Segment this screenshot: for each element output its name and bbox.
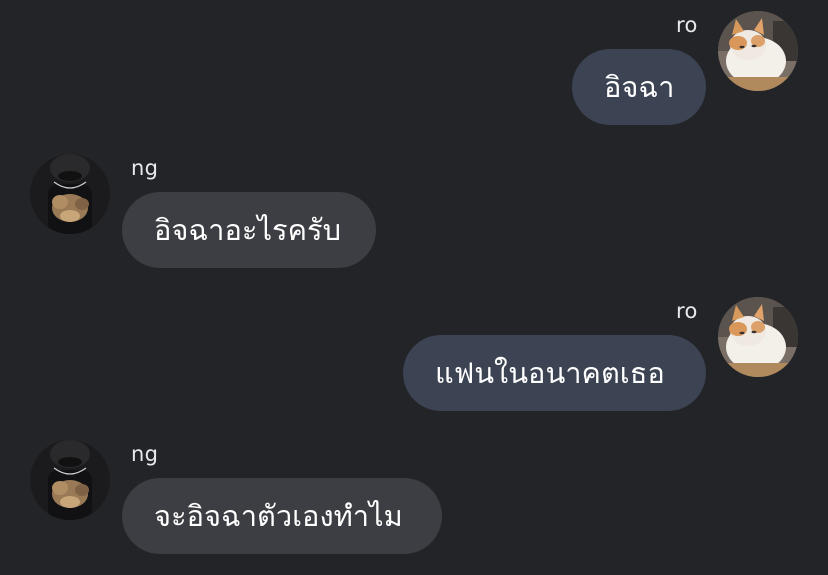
sender-name: ng	[131, 156, 159, 180]
sender-name: ro	[676, 13, 698, 37]
ng-avatar[interactable]	[30, 440, 110, 520]
ro-avatar[interactable]	[718, 297, 798, 377]
person-holding-cat-avatar-icon	[30, 440, 110, 520]
sender-name: ng	[131, 442, 159, 466]
ro-avatar[interactable]	[718, 11, 798, 91]
message-bubble-outgoing[interactable]: อิจฉา	[572, 49, 706, 125]
person-holding-cat-avatar-icon	[30, 154, 110, 234]
cat-avatar-icon	[718, 297, 798, 377]
cat-avatar-icon	[718, 11, 798, 91]
message-bubble-incoming[interactable]: จะอิจฉาตัวเองทำไม	[122, 478, 442, 554]
chat-thread: ro อิจฉา ng อิจฉาอะไรครับ ro แฟนในอนาคตเ…	[0, 0, 828, 575]
sender-name: ro	[676, 299, 698, 323]
message-bubble-outgoing[interactable]: แฟนในอนาคตเธอ	[403, 335, 706, 411]
message-bubble-incoming[interactable]: อิจฉาอะไรครับ	[122, 192, 376, 268]
ng-avatar[interactable]	[30, 154, 110, 234]
